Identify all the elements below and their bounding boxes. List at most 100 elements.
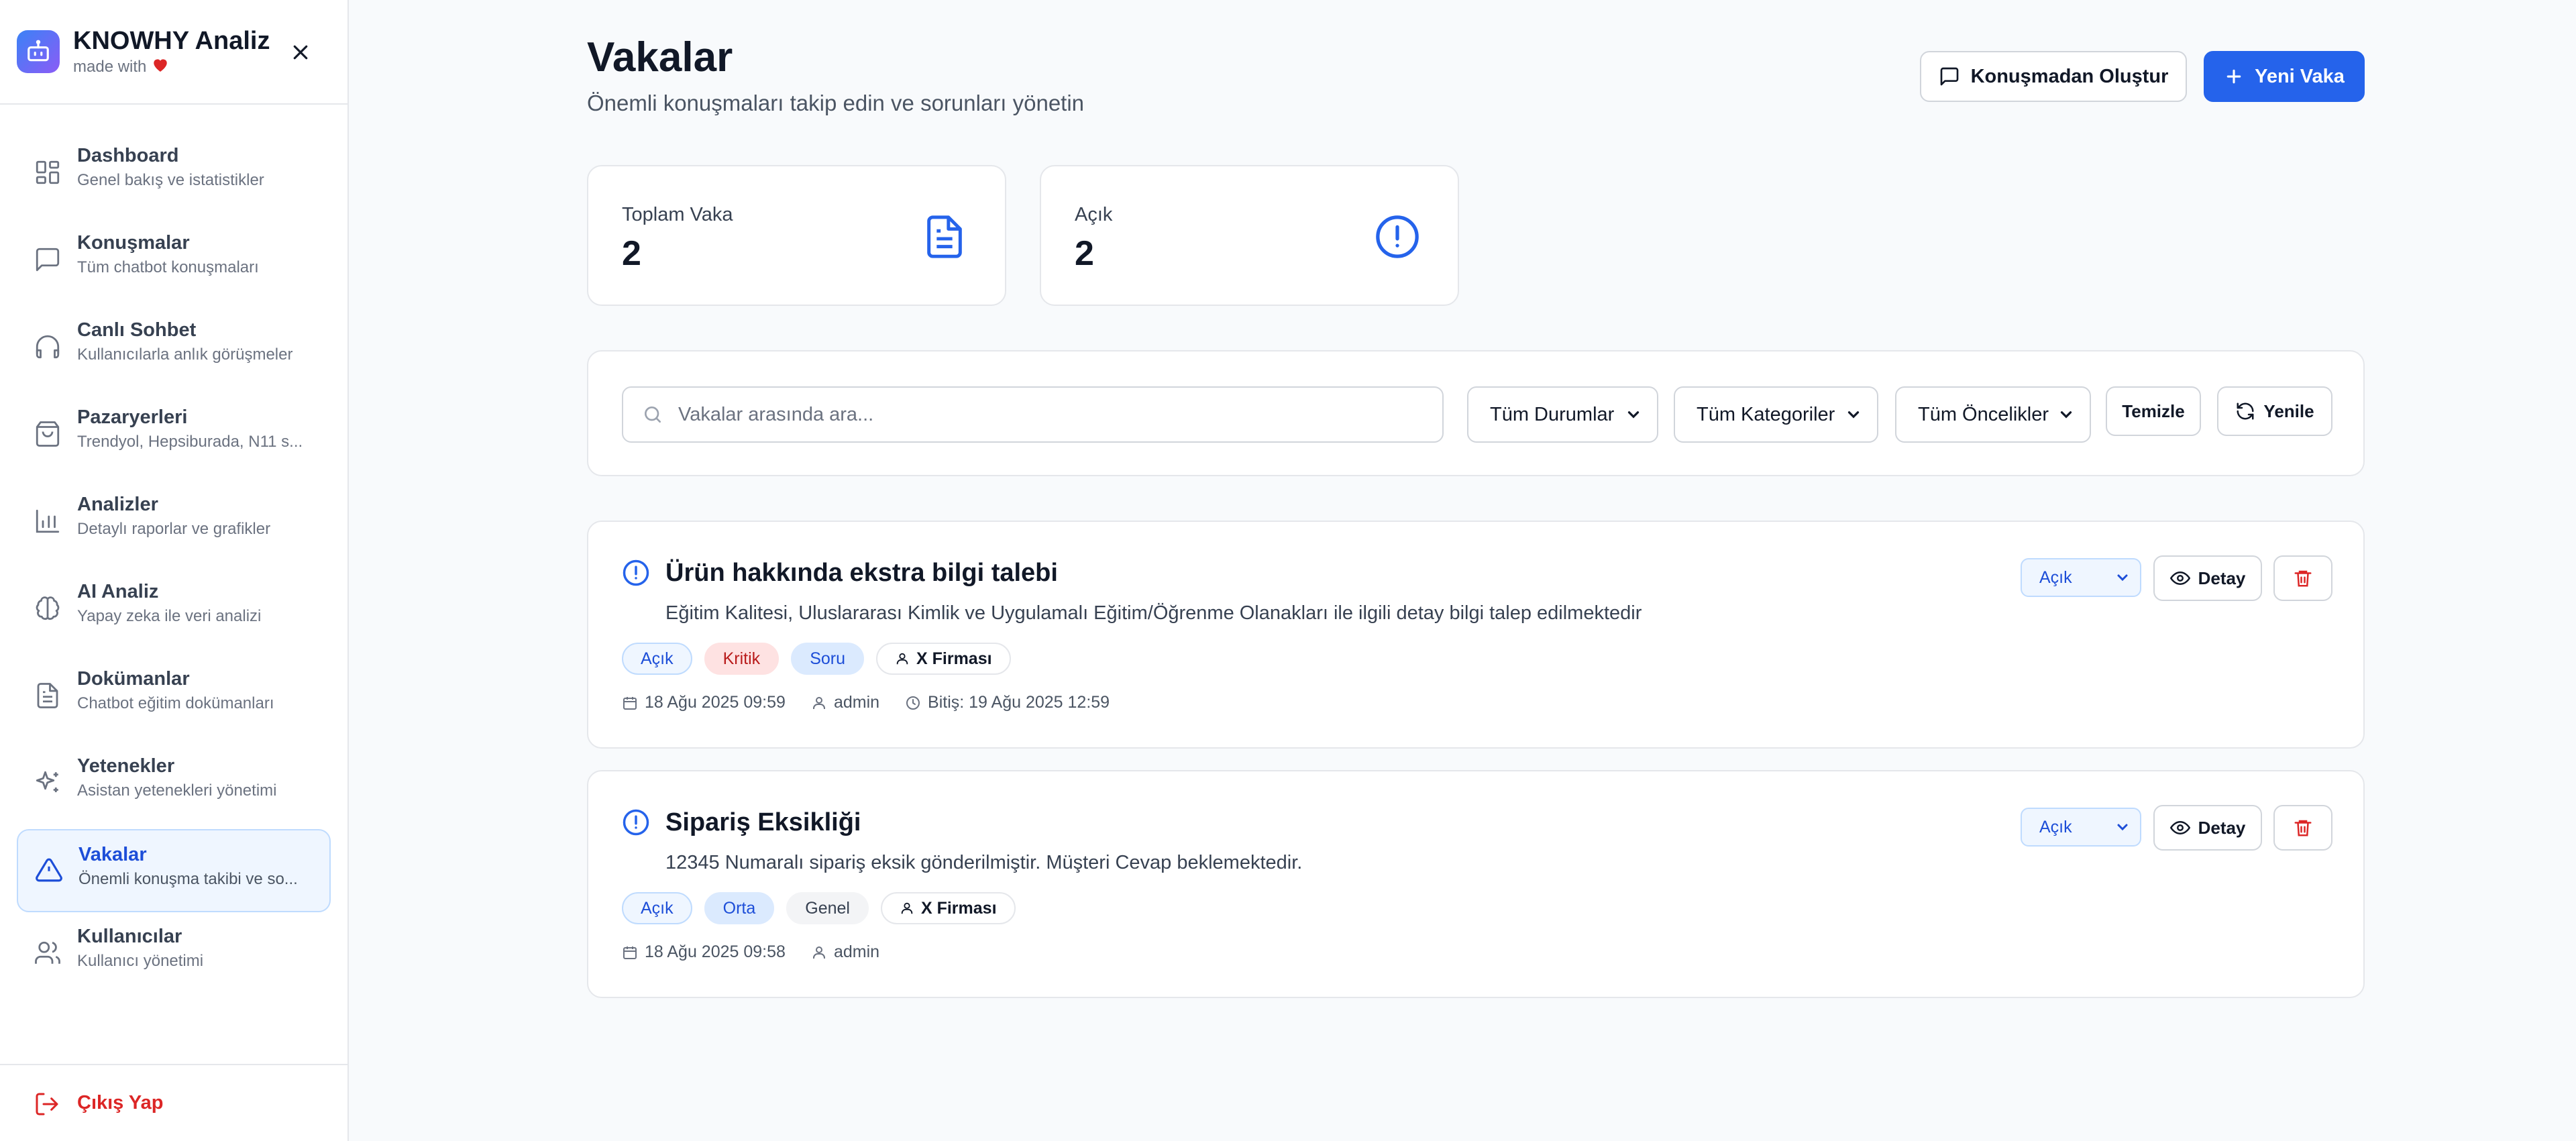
create-from-chat-button[interactable]: Konuşmadan Oluştur: [1920, 51, 2187, 102]
priority-filter-select[interactable]: Tüm Öncelikler: [1895, 386, 2091, 443]
sidebar-item-title: Dokümanlar: [77, 668, 190, 690]
alert-circle-icon: [1376, 215, 1419, 258]
sidebar-item-title: Konuşmalar: [77, 232, 190, 254]
status-filter-value: Tüm Durumlar: [1490, 403, 1615, 425]
sidebar-item-canli-sohbet[interactable]: Canlı Sohbet Kullanıcılarla anlık görüşm…: [0, 306, 347, 393]
case-card: Ürün hakkında ekstra bilgi talebi Eğitim…: [587, 521, 2365, 749]
detail-button[interactable]: Detay: [2153, 555, 2262, 601]
page-title: Vakalar: [587, 34, 733, 80]
new-case-button[interactable]: Yeni Vaka: [2204, 51, 2365, 102]
company-badge: X Firması: [876, 643, 1011, 675]
sidebar-item-desc: Chatbot eğitim dokümanları: [77, 694, 274, 712]
status-filter-select[interactable]: Tüm Durumlar: [1467, 386, 1658, 443]
refresh-icon: [2237, 402, 2254, 420]
sidebar-item-analizler[interactable]: Analizler Detaylı raporlar ve grafikler: [0, 480, 347, 567]
stat-card-open: Açık 2: [1040, 165, 1459, 306]
sidebar-item-ai-analiz[interactable]: AI Analiz Yapay zeka ile veri analizi: [0, 567, 347, 655]
file-text-icon: [37, 683, 58, 708]
app-title: KNOWHY Analiz: [73, 26, 270, 55]
alert-circle-icon: [623, 559, 649, 586]
sidebar-item-desc: Detaylı raporlar ve grafikler: [77, 520, 271, 538]
sidebar-item-kullanicilar[interactable]: Kullanıcılar Kullanıcı yönetimi: [0, 912, 347, 999]
detail-label: Detay: [2198, 817, 2246, 838]
app-subtitle: made with: [73, 58, 147, 76]
sidebar-item-yetenekler[interactable]: Yetenekler Asistan yetenekleri yönetimi: [0, 742, 347, 829]
sidebar: KNOWHY Analiz made with Dashboard Genel …: [0, 0, 349, 1141]
detail-button[interactable]: Detay: [2153, 805, 2262, 851]
eye-icon: [2169, 571, 2190, 586]
user-icon: [896, 653, 908, 665]
case-card: Sipariş Eksikliği 12345 Numaralı sipariş…: [587, 770, 2365, 998]
user-icon: [901, 902, 913, 914]
sparkles-icon: [36, 771, 58, 792]
sidebar-item-title: Pazaryerleri: [77, 406, 188, 428]
dashboard-grid-icon: [36, 160, 60, 184]
clock-icon: [906, 696, 920, 710]
calendar-icon: [623, 946, 637, 959]
case-user: admin: [833, 693, 880, 712]
case-user: admin: [833, 942, 880, 961]
sidebar-item-pazaryerleri[interactable]: Pazaryerleri Trendyol, Hepsiburada, N11 …: [0, 393, 347, 480]
chevron-down-icon: [2117, 824, 2128, 831]
chevron-down-icon: [1627, 411, 1640, 419]
sidebar-item-desc: Asistan yetenekleri yönetimi: [77, 781, 277, 800]
user-icon: [812, 946, 825, 959]
create-from-chat-label: Konuşmadan Oluştur: [1970, 65, 2169, 87]
sidebar-item-title: AI Analiz: [77, 581, 159, 602]
sidebar-item-dashboard[interactable]: Dashboard Genel bakış ve istatistikler: [0, 131, 347, 219]
sidebar-item-desc: Kullanıcılarla anlık görüşmeler: [77, 345, 293, 364]
search-icon: [645, 406, 661, 423]
category-filter-select[interactable]: Tüm Kategoriler: [1674, 386, 1878, 443]
category-badge: Soru: [791, 643, 864, 675]
sidebar-item-desc: Trendyol, Hepsiburada, N11 s...: [77, 433, 303, 451]
sidebar-item-konusmalar[interactable]: Konuşmalar Tüm chatbot konuşmaları: [0, 219, 347, 306]
brain-icon: [36, 596, 60, 620]
logout-button[interactable]: Çıkış Yap: [0, 1064, 347, 1141]
sidebar-item-desc: Genel bakış ve istatistikler: [77, 171, 264, 189]
sidebar-item-vakalar[interactable]: Vakalar Önemli konuşma takibi ve so...: [17, 829, 331, 912]
bot-logo-icon: [17, 30, 60, 73]
filter-bar: Tüm Durumlar Tüm Kategoriler Tüm Öncelik…: [587, 350, 2365, 476]
delete-button[interactable]: [2273, 555, 2332, 601]
case-status-select[interactable]: Açık: [2021, 558, 2141, 597]
company-name: X Firması: [916, 649, 992, 668]
case-description: 12345 Numaralı sipariş eksik gönderilmiş…: [665, 852, 1303, 873]
logout-label: Çıkış Yap: [77, 1092, 164, 1113]
plus-icon: [2226, 69, 2241, 84]
company-name: X Firması: [920, 898, 997, 918]
sidebar-nav: Dashboard Genel bakış ve istatistikler K…: [0, 105, 347, 999]
refresh-button[interactable]: Yenile: [2217, 386, 2332, 436]
stat-card-total: Toplam Vaka 2: [587, 165, 1006, 306]
calendar-icon: [623, 696, 637, 710]
log-out-icon: [36, 1093, 58, 1116]
clear-filters-label: Temizle: [2122, 400, 2185, 421]
chevron-down-icon: [1847, 411, 1860, 419]
refresh-label: Yenile: [2263, 400, 2314, 421]
clear-filters-button[interactable]: Temizle: [2106, 386, 2201, 436]
priority-badge: Kritik: [704, 643, 780, 675]
search-input[interactable]: [678, 403, 1442, 426]
headphones-icon: [36, 335, 60, 359]
sidebar-item-desc: Önemli konuşma takibi ve so...: [78, 870, 298, 888]
message-square-icon: [1940, 67, 1958, 86]
close-sidebar-button[interactable]: [287, 39, 314, 66]
sidebar-item-title: Yetenekler: [77, 755, 175, 777]
trash-icon: [2294, 820, 2312, 836]
sidebar-item-dokumanlar[interactable]: Dokümanlar Chatbot eğitim dokümanları: [0, 655, 347, 742]
stat-value: 2: [1075, 234, 1094, 273]
case-date: 18 Ağu 2025 09:59: [645, 693, 786, 712]
new-case-label: Yeni Vaka: [2255, 65, 2345, 87]
delete-button[interactable]: [2273, 805, 2332, 851]
close-icon: [293, 45, 308, 60]
bar-chart-icon: [36, 509, 60, 533]
chevron-down-icon: [2117, 574, 2128, 582]
sidebar-item-title: Kullanıcılar: [77, 926, 182, 947]
case-status-select[interactable]: Açık: [2021, 808, 2141, 847]
heart-icon: [152, 56, 169, 78]
case-title: Sipariş Eksikliği: [665, 808, 861, 836]
status-badge: Açık: [622, 892, 692, 924]
user-icon: [812, 696, 825, 709]
company-badge: X Firması: [880, 892, 1016, 924]
sidebar-item-title: Dashboard: [77, 145, 179, 166]
sidebar-item-desc: Yapay zeka ile veri analizi: [77, 607, 262, 625]
